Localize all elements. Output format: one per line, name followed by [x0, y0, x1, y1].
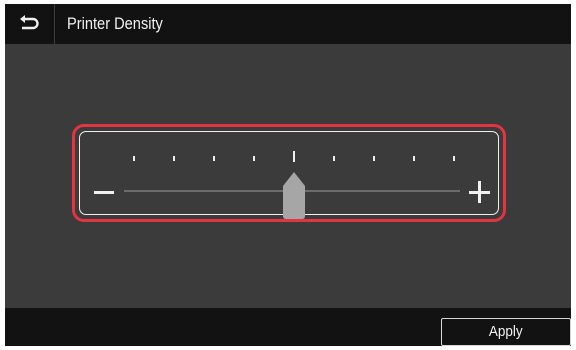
increase-density-button[interactable]	[467, 180, 493, 206]
minus-icon	[94, 191, 114, 194]
decrease-density-button[interactable]	[92, 180, 118, 206]
density-tick	[413, 156, 415, 161]
page-title: Printer Density	[67, 14, 163, 33]
density-slider-thumb[interactable]	[283, 172, 305, 219]
printer-density-screen: Printer Density Apply	[5, 4, 571, 346]
density-tick	[333, 156, 335, 161]
footer-bar: Apply	[5, 308, 571, 346]
apply-button-label: Apply	[489, 323, 523, 340]
density-tick	[293, 151, 295, 162]
header-bar: Printer Density	[5, 4, 571, 44]
density-tick	[213, 156, 215, 161]
back-arrow-icon	[20, 15, 39, 30]
density-slider-panel	[72, 124, 506, 222]
density-tick	[173, 156, 175, 161]
apply-button[interactable]: Apply	[441, 318, 571, 346]
density-tick	[253, 156, 255, 161]
density-tick	[133, 156, 135, 161]
density-tick	[373, 156, 375, 161]
back-button[interactable]	[5, 4, 53, 44]
header-divider	[54, 4, 55, 44]
density-tick	[453, 156, 455, 161]
